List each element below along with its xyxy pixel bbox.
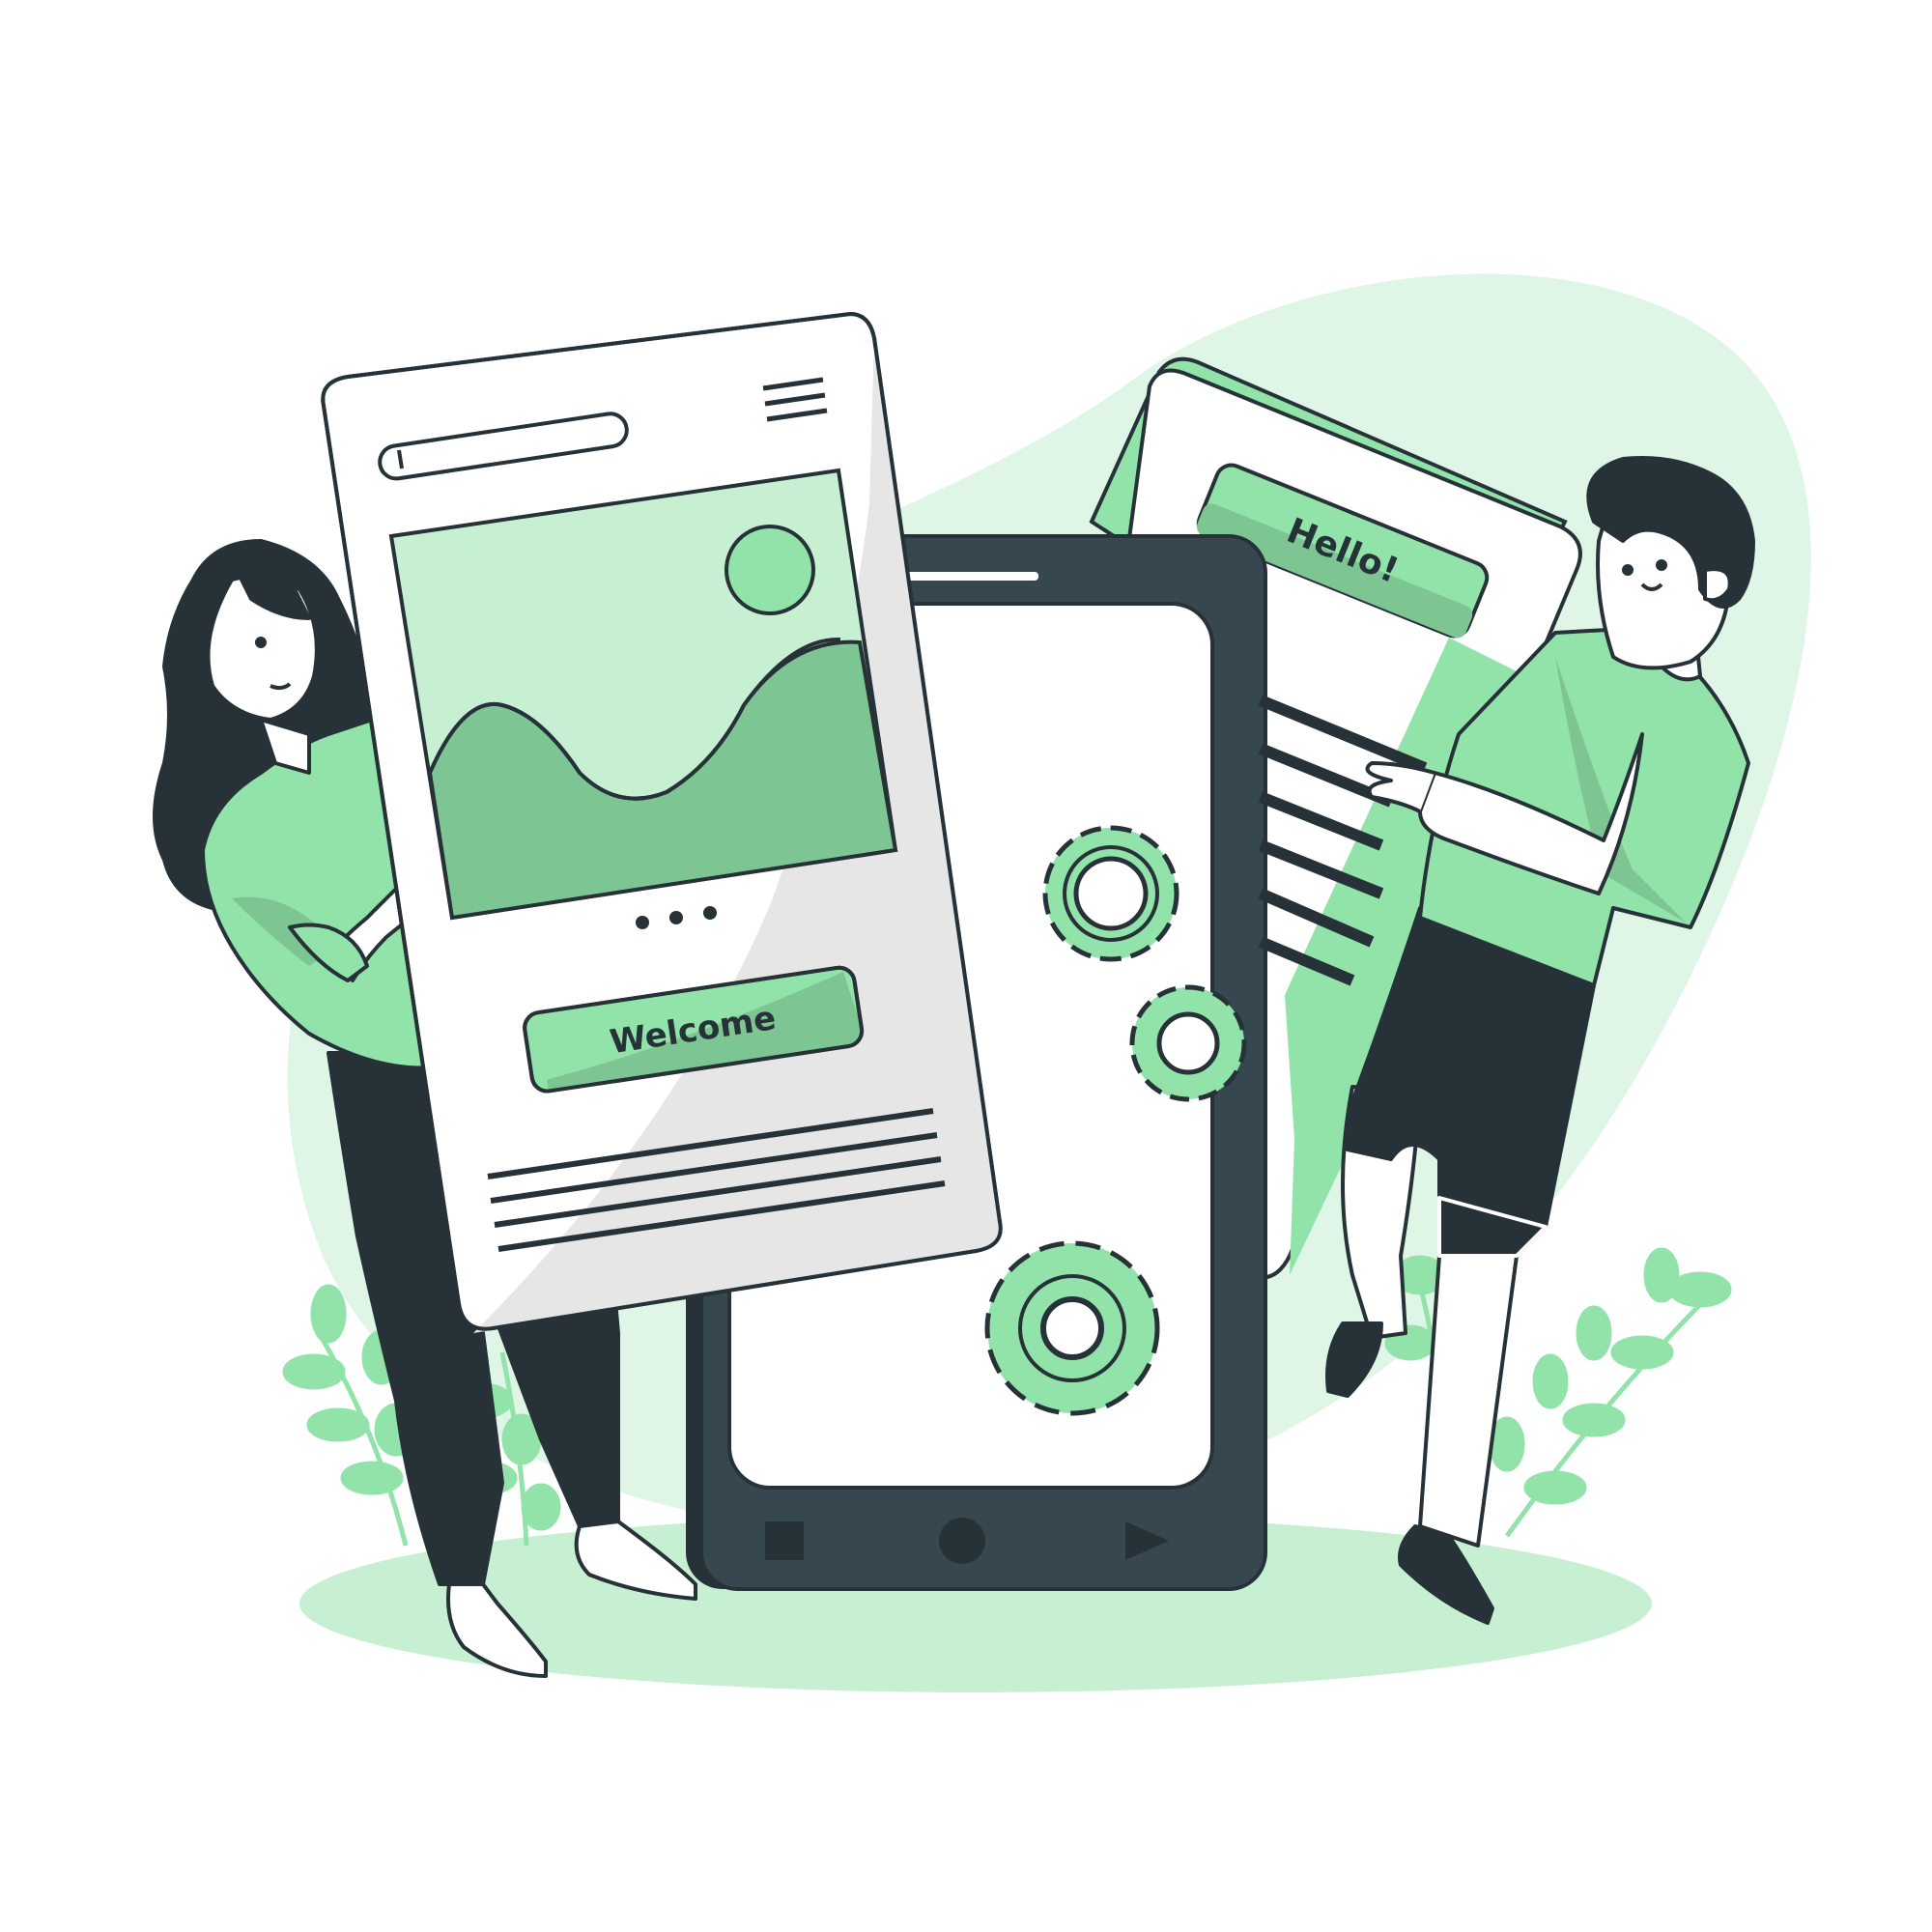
square-stop-icon[interactable] [765,1521,804,1560]
image-placeholder [388,468,898,921]
gear-icon[interactable] [1042,825,1179,962]
sun-icon [724,525,815,615]
illustration-canvas: Hello! Welcome [153,273,1811,1692]
circle-home-icon[interactable] [939,1518,985,1564]
gear-icon[interactable] [984,1240,1160,1416]
phone-speaker [903,572,1038,581]
gear-icon[interactable] [1129,984,1247,1102]
plant-right [1489,1247,1732,1538]
